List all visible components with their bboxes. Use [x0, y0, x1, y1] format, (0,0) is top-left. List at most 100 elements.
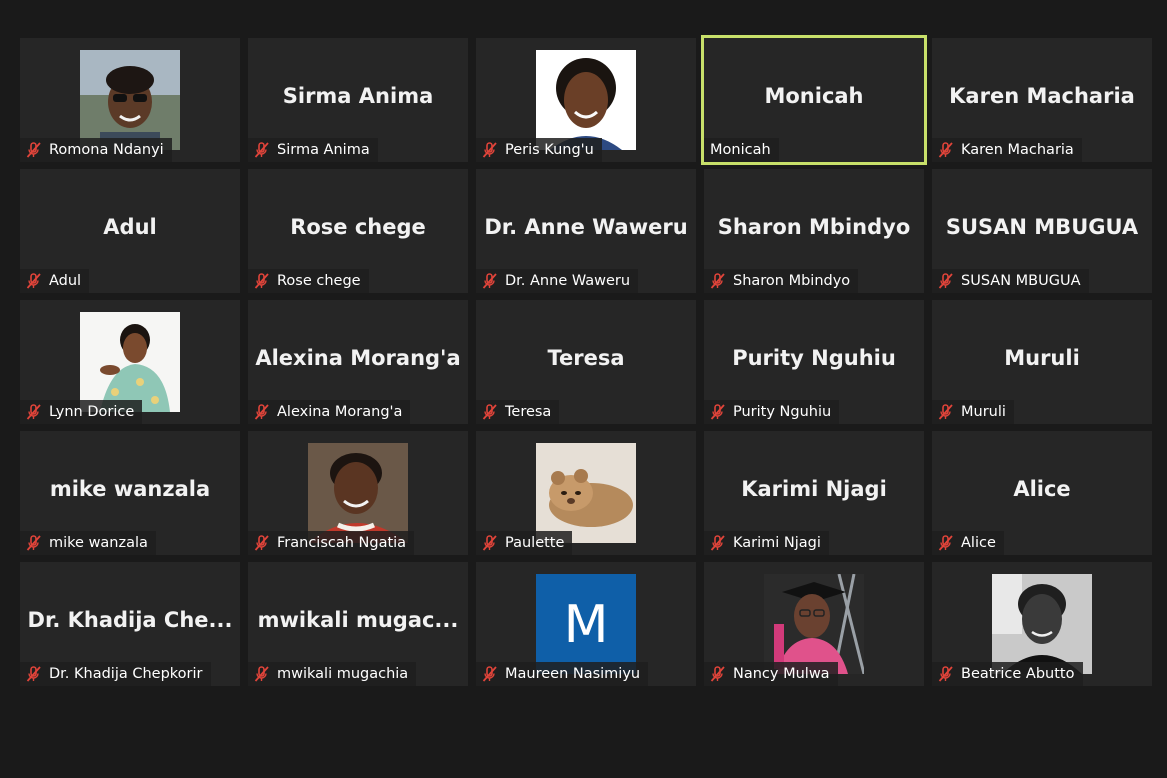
participant-name-label: Sharon Mbindyo [733, 273, 851, 289]
participant-display-name: Alice [1013, 477, 1071, 501]
microphone-muted-icon [26, 535, 42, 551]
participant-name-bar: Nancy Mulwa [704, 662, 838, 686]
participant-name-label: Rose chege [277, 273, 361, 289]
top-bar [0, 0, 1167, 34]
participant-name-label: Monicah [710, 142, 771, 158]
microphone-muted-icon [482, 273, 498, 289]
participant-display-name: Purity Nguhiu [732, 346, 896, 370]
participant-tile[interactable]: Monicah Monicah [701, 35, 927, 165]
participant-display-name: Alexina Morang'a [255, 346, 461, 370]
microphone-muted-icon [482, 535, 498, 551]
participant-tile[interactable]: Romona Ndanyi [20, 38, 240, 162]
participant-tile[interactable]: Karen Macharia Karen Macharia [932, 38, 1152, 162]
participant-tile[interactable]: Dr. Anne Waweru Dr. Anne Waweru [476, 169, 696, 293]
participant-display-name: Rose chege [290, 215, 426, 239]
participant-name-label: Teresa [505, 404, 552, 420]
microphone-muted-icon [482, 404, 498, 420]
participant-name-bar: Purity Nguhiu [704, 400, 840, 424]
participant-name-bar: Dr. Khadija Chepkorir [20, 662, 211, 686]
microphone-muted-icon [26, 666, 42, 682]
participant-name-bar: Adul [20, 269, 90, 293]
participant-name-bar: Monicah [704, 138, 779, 162]
participant-tile[interactable]: Alice Alice [932, 431, 1152, 555]
participant-name-label: Franciscah Ngatia [277, 535, 407, 551]
video-gallery-grid: Romona Ndanyi Sirma Anima Sirma Anima Peri… [20, 35, 1152, 686]
participant-name-label: Adul [49, 273, 82, 289]
participant-tile[interactable]: Franciscah Ngatia [248, 431, 468, 555]
microphone-muted-icon [938, 404, 954, 420]
participant-display-name: Dr. Anne Waweru [484, 215, 688, 239]
participant-display-name: SUSAN MBUGUA [945, 215, 1139, 239]
participant-name-bar: Franciscah Ngatia [248, 531, 415, 555]
participant-name-label: Alice [961, 535, 996, 551]
participant-name-bar: Alexina Morang'a [248, 400, 411, 424]
participant-tile[interactable]: SUSAN MBUGUA SUSAN MBUGUA [932, 169, 1152, 293]
participant-name-bar: Alice [932, 531, 1004, 555]
participant-tile[interactable]: Teresa Teresa [476, 300, 696, 424]
participant-tile[interactable]: Sharon Mbindyo Sharon Mbindyo [704, 169, 924, 293]
microphone-muted-icon [254, 535, 270, 551]
microphone-muted-icon [254, 142, 270, 158]
participant-name-bar: Lynn Dorice [20, 400, 143, 424]
participant-tile[interactable]: Peris Kung'u [476, 38, 696, 162]
participant-name-label: Karimi Njagi [733, 535, 821, 551]
participant-name-label: SUSAN MBUGUA [961, 273, 1081, 289]
participant-display-name: Karen Macharia [949, 84, 1135, 108]
participant-name-bar: Sharon Mbindyo [704, 269, 859, 293]
participant-name-bar: Dr. Anne Waweru [476, 269, 639, 293]
participant-tile[interactable]: Beatrice Abutto [932, 562, 1152, 686]
participant-tile[interactable]: Lynn Dorice [20, 300, 240, 424]
participant-tile[interactable]: Karimi Njagi Karimi Njagi [704, 431, 924, 555]
participant-display-name: Monicah [764, 84, 864, 108]
participant-name-bar: Teresa [476, 400, 560, 424]
participant-avatar [80, 312, 180, 412]
participant-name-bar: Peris Kung'u [476, 138, 602, 162]
participant-display-name: Adul [103, 215, 157, 239]
participant-tile[interactable]: mwikali mugac... mwikali mugachia [248, 562, 468, 686]
microphone-muted-icon [710, 535, 726, 551]
microphone-muted-icon [710, 404, 726, 420]
participant-tile[interactable]: M Maureen Nasimiyu [476, 562, 696, 686]
participant-name-bar: Muruli [932, 400, 1014, 424]
participant-name-bar: SUSAN MBUGUA [932, 269, 1089, 293]
participant-tile[interactable]: Rose chege Rose chege [248, 169, 468, 293]
microphone-muted-icon [254, 666, 270, 682]
participant-tile[interactable]: Sirma Anima Sirma Anima [248, 38, 468, 162]
participant-display-name: mike wanzala [49, 477, 211, 501]
participant-avatar [764, 574, 864, 674]
participant-name-bar: Rose chege [248, 269, 369, 293]
participant-display-name: Karimi Njagi [741, 477, 887, 501]
participant-name-bar: Karen Macharia [932, 138, 1082, 162]
participant-avatar [536, 50, 636, 150]
participant-display-name: Dr. Khadija Che... [27, 608, 233, 632]
participant-avatar [992, 574, 1092, 674]
microphone-muted-icon [710, 666, 726, 682]
participant-name-label: Sirma Anima [277, 142, 370, 158]
participant-tile[interactable]: Dr. Khadija Che... Dr. Khadija Chepkorir [20, 562, 240, 686]
participant-display-name: Muruli [1004, 346, 1080, 370]
participant-name-label: Beatrice Abutto [961, 666, 1075, 682]
participant-name-label: Paulette [505, 535, 565, 551]
participant-display-name: Teresa [547, 346, 625, 370]
participant-name-label: Purity Nguhiu [733, 404, 832, 420]
microphone-muted-icon [254, 273, 270, 289]
participant-name-label: Maureen Nasimiyu [505, 666, 641, 682]
svg-text:M: M [564, 595, 609, 655]
participant-tile[interactable]: mike wanzala mike wanzala [20, 431, 240, 555]
microphone-muted-icon [938, 142, 954, 158]
microphone-muted-icon [938, 273, 954, 289]
participant-name-label: Karen Macharia [961, 142, 1074, 158]
microphone-muted-icon [482, 142, 498, 158]
participant-tile[interactable]: Alexina Morang'a Alexina Morang'a [248, 300, 468, 424]
participant-name-bar: Karimi Njagi [704, 531, 829, 555]
participant-tile[interactable]: Paulette [476, 431, 696, 555]
participant-name-label: Dr. Khadija Chepkorir [49, 666, 203, 682]
microphone-muted-icon [26, 404, 42, 420]
participant-name-bar: Sirma Anima [248, 138, 378, 162]
participant-tile[interactable]: Muruli Muruli [932, 300, 1152, 424]
participant-tile[interactable]: Adul Adul [20, 169, 240, 293]
participant-tile[interactable]: Nancy Mulwa [704, 562, 924, 686]
participant-tile[interactable]: Purity Nguhiu Purity Nguhiu [704, 300, 924, 424]
microphone-muted-icon [710, 273, 726, 289]
participant-display-name: mwikali mugac... [257, 608, 459, 632]
